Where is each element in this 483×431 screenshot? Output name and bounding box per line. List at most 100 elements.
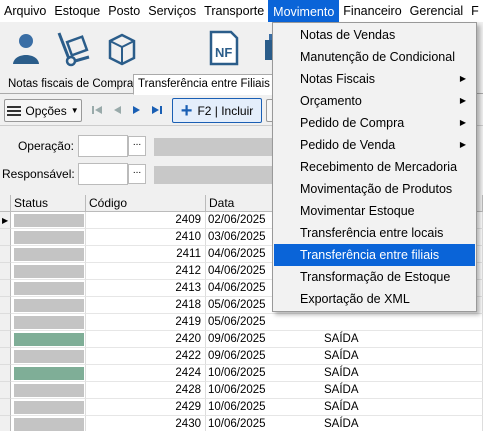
menu-item-label: Notas de Vendas bbox=[300, 28, 396, 42]
code-value: 2429 bbox=[175, 401, 201, 413]
menu-item-exportacao-de-xml[interactable]: Exportação de XML bbox=[274, 288, 475, 310]
menu-item-label: Movimentar Estoque bbox=[300, 204, 415, 218]
include-label: F2 | Incluir bbox=[197, 103, 254, 118]
hand-truck-icon[interactable] bbox=[54, 28, 94, 68]
menu-item-transferencia-entre-locais[interactable]: Transferência entre locais bbox=[274, 222, 475, 244]
box-icon[interactable] bbox=[102, 28, 142, 68]
invoice-nf-icon[interactable]: NF bbox=[204, 28, 244, 68]
table-row[interactable]: 2429 10/06/2025 SAÍDA bbox=[0, 399, 483, 416]
date-value: 10/06/2025 bbox=[208, 401, 266, 413]
status-bar bbox=[14, 299, 84, 312]
tab-notas-fiscais-compras[interactable]: Notas fiscais de Compras bbox=[4, 76, 143, 94]
menu-movimento[interactable]: Movimento bbox=[268, 0, 340, 22]
menu-item-label: Transformação de Estoque bbox=[300, 270, 451, 284]
date-cell: 10/06/2025 SAÍDA bbox=[206, 365, 483, 382]
status-cell bbox=[11, 297, 86, 314]
date-cell: 10/06/2025 SAÍDA bbox=[206, 416, 483, 431]
column-status[interactable]: Status bbox=[11, 195, 86, 212]
menu-item-transferencia-entre-filiais[interactable]: Transferência entre filiais bbox=[274, 244, 475, 266]
row-indicator bbox=[0, 365, 11, 382]
menu-transporte[interactable]: Transporte bbox=[200, 0, 268, 22]
include-button[interactable]: + F2 | Incluir bbox=[172, 98, 262, 123]
date-cell: 05/06/2025 bbox=[206, 314, 483, 331]
status-bar bbox=[14, 248, 84, 261]
row-indicator bbox=[0, 314, 11, 331]
operation-description bbox=[154, 138, 272, 156]
code-cell: 2411 bbox=[86, 246, 206, 263]
current-row-arrow-icon: ▶ bbox=[2, 216, 9, 225]
menu-item-manutencao-de-condicional[interactable]: Manutenção de Condicional bbox=[274, 46, 475, 68]
menu-item-label: Recebimento de Mercadoria bbox=[300, 160, 458, 174]
date-value: 04/06/2025 bbox=[208, 248, 266, 260]
table-row[interactable]: 2419 05/06/2025 bbox=[0, 314, 483, 331]
status-bar bbox=[14, 231, 84, 244]
responsible-lookup-button[interactable]: ... bbox=[128, 164, 146, 184]
status-bar bbox=[14, 333, 84, 346]
status-bar bbox=[14, 384, 84, 397]
menu-arquivo[interactable]: Arquivo bbox=[0, 0, 50, 22]
operation-lookup-button[interactable]: ... bbox=[128, 136, 146, 156]
operation-type-value: SAÍDA bbox=[324, 350, 359, 362]
chevron-down-icon: ▼ bbox=[70, 106, 79, 115]
code-value: 2412 bbox=[175, 265, 201, 277]
first-record-icon[interactable] bbox=[88, 101, 106, 119]
row-indicator bbox=[0, 297, 11, 314]
code-value: 2428 bbox=[175, 384, 201, 396]
menu-item-transformacao-de-estoque[interactable]: Transformação de Estoque bbox=[274, 266, 475, 288]
menu-overflow[interactable]: F bbox=[467, 0, 483, 22]
table-row[interactable]: 2428 10/06/2025 SAÍDA bbox=[0, 382, 483, 399]
menu-gerencial[interactable]: Gerencial bbox=[406, 0, 468, 22]
status-cell bbox=[11, 416, 86, 431]
menu-item-notas-fiscais[interactable]: Notas Fiscais ▶ bbox=[274, 68, 475, 90]
code-value: 2411 bbox=[176, 248, 201, 260]
menu-item-orcamento[interactable]: Orçamento ▶ bbox=[274, 90, 475, 112]
menu-item-movimentacao-de-produtos[interactable]: Movimentação de Produtos bbox=[274, 178, 475, 200]
code-cell: 2409 bbox=[86, 212, 206, 229]
code-cell: 2424 bbox=[86, 365, 206, 382]
date-value: 03/06/2025 bbox=[208, 231, 266, 243]
submenu-arrow-icon: ▶ bbox=[459, 140, 466, 149]
options-button[interactable]: Opções ▼ bbox=[4, 99, 82, 122]
user-icon[interactable] bbox=[6, 28, 46, 68]
row-indicator-header bbox=[0, 195, 11, 212]
menu-item-movimentar-estoque[interactable]: Movimentar Estoque bbox=[274, 200, 475, 222]
menu-item-label: Notas Fiscais bbox=[300, 72, 376, 86]
menu-servicos[interactable]: Serviços bbox=[144, 0, 200, 22]
table-row[interactable]: 2430 10/06/2025 SAÍDA bbox=[0, 416, 483, 431]
date-value: 05/06/2025 bbox=[208, 299, 266, 311]
column-codigo[interactable]: Código bbox=[86, 195, 206, 212]
table-row[interactable]: 2424 10/06/2025 SAÍDA bbox=[0, 365, 483, 382]
code-cell: 2420 bbox=[86, 331, 206, 348]
menu-item-pedido-de-compra[interactable]: Pedido de Compra ▶ bbox=[274, 112, 475, 134]
menu-estoque[interactable]: Estoque bbox=[50, 0, 104, 22]
status-cell bbox=[11, 348, 86, 365]
menu-financeiro[interactable]: Financeiro bbox=[339, 0, 405, 22]
date-value: 04/06/2025 bbox=[208, 282, 266, 294]
list-icon bbox=[7, 105, 22, 116]
date-cell: 09/06/2025 SAÍDA bbox=[206, 348, 483, 365]
menu-item-recebimento-de-mercadoria[interactable]: Recebimento de Mercadoria bbox=[274, 156, 475, 178]
tab-transferencia-filiais[interactable]: Transferência entre Filiais bbox=[133, 74, 275, 95]
row-indicator bbox=[0, 399, 11, 416]
menu-item-label: Transferência entre filiais bbox=[300, 248, 440, 262]
date-value: 04/06/2025 bbox=[208, 265, 266, 277]
status-bar bbox=[14, 282, 84, 295]
code-value: 2430 bbox=[175, 418, 201, 430]
status-bar bbox=[14, 401, 84, 414]
menu-posto[interactable]: Posto bbox=[104, 0, 144, 22]
code-cell: 2430 bbox=[86, 416, 206, 431]
next-record-icon[interactable] bbox=[128, 101, 146, 119]
menu-item-pedido-de-venda[interactable]: Pedido de Venda ▶ bbox=[274, 134, 475, 156]
menu-item-label: Orçamento bbox=[300, 94, 362, 108]
table-row[interactable]: 2420 09/06/2025 SAÍDA bbox=[0, 331, 483, 348]
menu-item-notas-de-vendas[interactable]: Notas de Vendas bbox=[274, 24, 475, 46]
last-record-icon[interactable] bbox=[148, 101, 166, 119]
menu-bar: Arquivo Estoque Posto Serviços Transport… bbox=[0, 0, 483, 22]
code-value: 2424 bbox=[175, 367, 201, 379]
row-indicator bbox=[0, 382, 11, 399]
status-cell bbox=[11, 331, 86, 348]
operation-field[interactable] bbox=[78, 135, 128, 157]
responsible-field[interactable] bbox=[78, 163, 128, 185]
previous-record-icon[interactable] bbox=[108, 101, 126, 119]
table-row[interactable]: 2422 09/06/2025 SAÍDA bbox=[0, 348, 483, 365]
